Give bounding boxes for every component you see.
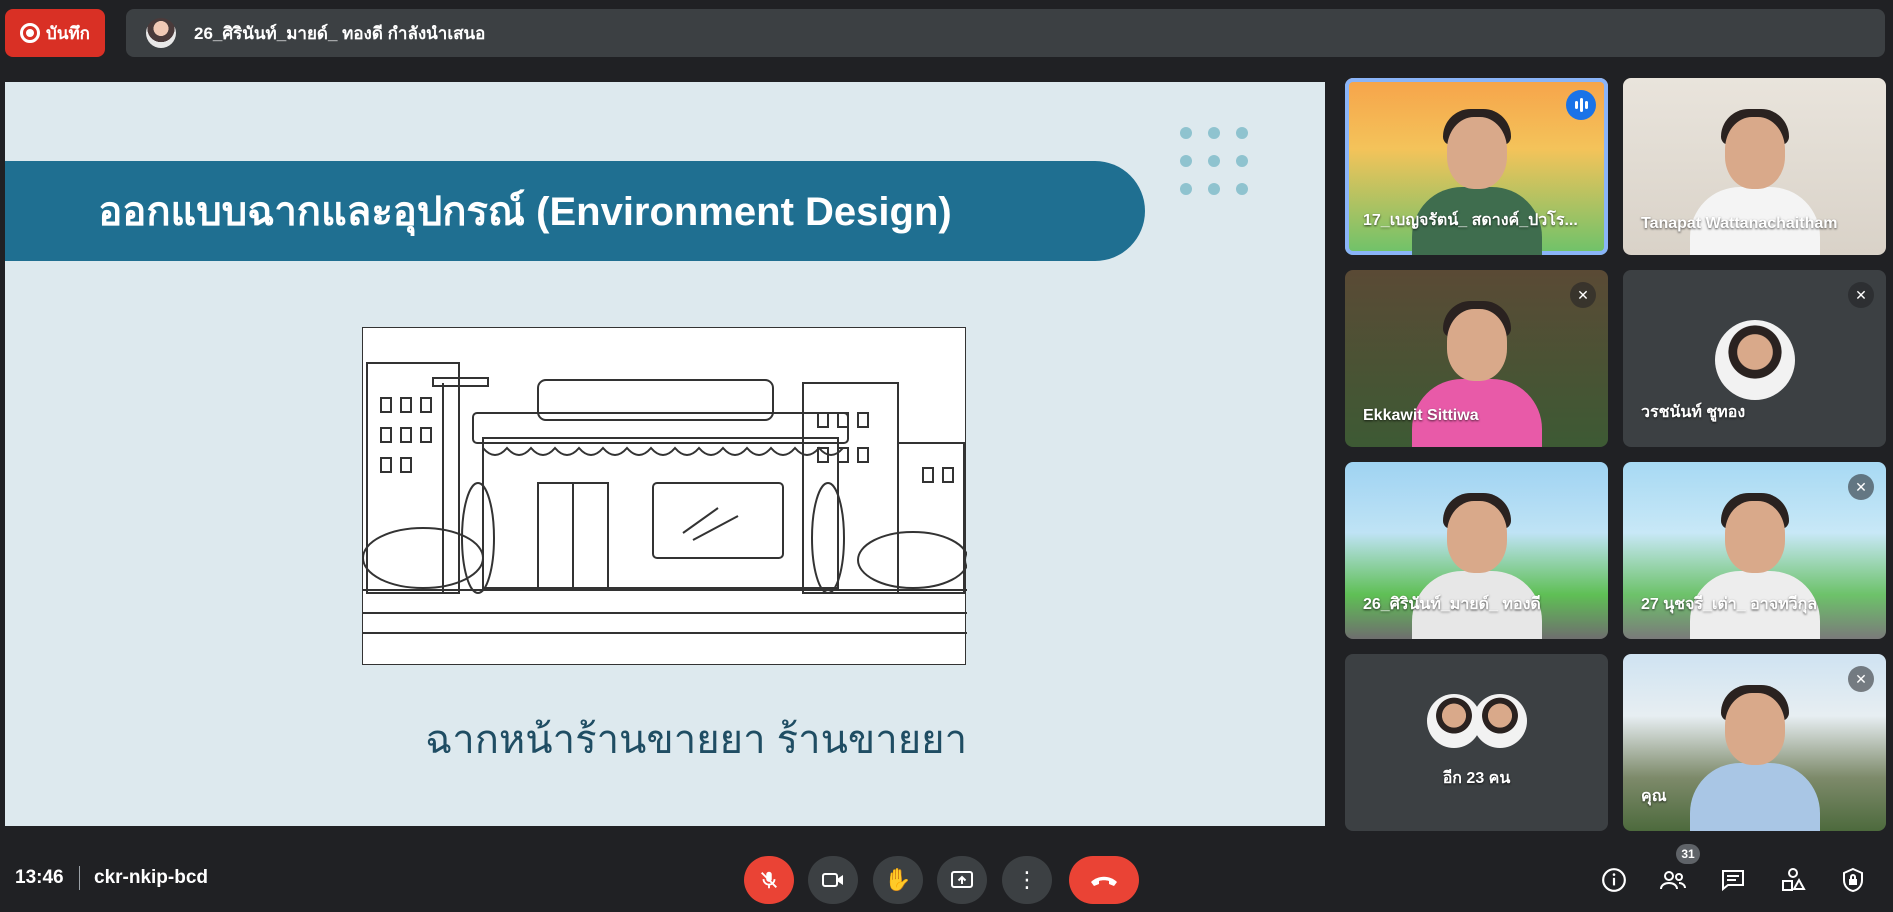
decorative-dots: [1180, 127, 1248, 195]
self-tile[interactable]: ✕ คุณ: [1623, 654, 1886, 831]
activities-button[interactable]: [1777, 864, 1809, 896]
meeting-info-button[interactable]: [1598, 864, 1630, 896]
meeting-clock: 13:46: [15, 867, 64, 888]
mic-off-icon: ✕: [1848, 666, 1874, 692]
participant-count-badge: 31: [1676, 844, 1700, 864]
raise-hand-button[interactable]: ✋: [873, 856, 923, 904]
pharmacy-illustration: [362, 327, 967, 665]
hand-icon: ✋: [884, 867, 912, 892]
people-icon: [1660, 871, 1686, 890]
people-button[interactable]: [1657, 864, 1689, 896]
info-icon: [1602, 868, 1626, 892]
record-label: บันทึก: [46, 23, 90, 43]
more-options-button[interactable]: ⋮: [1002, 856, 1052, 904]
mic-off-icon: ✕: [1848, 282, 1874, 308]
participant-tile[interactable]: ✕ วรชนันท์ ชูทอง: [1623, 270, 1886, 447]
present-screen-icon: [951, 871, 973, 888]
mic-off-icon: [761, 871, 777, 889]
participant-name: 27 นุชจรี_เต่า_ อาจทวีกุล: [1641, 596, 1818, 613]
presenter-text: 26_ศิรินันท์_มายด์_ ทองดี กำลังนำเสนอ: [194, 23, 486, 43]
participant-name: 17_เบญจรัตน์_ สดางค์_ปวโร...: [1363, 212, 1578, 229]
participant-name: Tanapat Wattanachaitham: [1641, 215, 1838, 232]
participant-name: Ekkawit Sittiwa: [1363, 407, 1479, 424]
others-count: อีก 23 คน: [1442, 770, 1511, 787]
presenter-avatar: [146, 18, 176, 48]
mic-off-icon: ✕: [1848, 474, 1874, 500]
others-tile[interactable]: อีก 23 คน: [1345, 654, 1608, 831]
self-video: [1689, 681, 1820, 831]
record-button[interactable]: บันทึก: [5, 9, 105, 57]
slide-title-banner: ออกแบบฉากและอุปกรณ์ (Environment Design): [5, 161, 1145, 261]
participant-avatar: [1473, 694, 1527, 748]
slide-title: ออกแบบฉากและอุปกรณ์ (Environment Design): [98, 190, 952, 234]
participant-name: 26_ศิรินันท์_มายด์_ ทองดี: [1363, 596, 1541, 613]
host-controls-button[interactable]: [1837, 864, 1869, 896]
presentation-slide: ออกแบบฉากและอุปกรณ์ (Environment Design): [5, 82, 1325, 826]
participant-tile[interactable]: 17_เบญจรัตน์_ สดางค์_ปวโร...: [1345, 78, 1608, 255]
participant-tile[interactable]: 26_ศิรินันท์_มายด์_ ทองดี: [1345, 462, 1608, 639]
activities-shapes-icon: [1782, 868, 1806, 891]
present-button[interactable]: [937, 856, 987, 904]
chat-icon: [1722, 870, 1744, 892]
presenter-bar[interactable]: 26_ศิรินันท์_มายด์_ ทองดี กำลังนำเสนอ: [126, 9, 1885, 57]
meeting-code: ckr-nkip-bcd: [94, 867, 209, 888]
participant-avatar: [1715, 320, 1795, 400]
mic-off-icon: ✕: [1570, 282, 1596, 308]
participant-name: คุณ: [1641, 788, 1667, 805]
slide-caption: ฉากหน้าร้านขายยา ร้านขายยา: [425, 718, 968, 762]
divider: [79, 866, 80, 890]
leave-call-button[interactable]: [1069, 856, 1139, 904]
participant-tile[interactable]: ✕ 27 นุชจรี_เต่า_ อาจทวีกุล: [1623, 462, 1886, 639]
camera-icon: [822, 873, 843, 887]
participant-tile[interactable]: Tanapat Wattanachaitham: [1623, 78, 1886, 255]
mic-toggle-button[interactable]: [744, 856, 794, 904]
chat-button[interactable]: [1717, 864, 1749, 896]
record-icon: [20, 23, 41, 43]
camera-toggle-button[interactable]: [808, 856, 858, 904]
more-vert-icon: ⋮: [1016, 867, 1038, 892]
shield-lock-icon: [1843, 867, 1863, 893]
speaking-indicator-icon: [1566, 90, 1596, 120]
participant-tile[interactable]: ✕ Ekkawit Sittiwa: [1345, 270, 1608, 447]
participant-name: วรชนันท์ ชูทอง: [1641, 404, 1746, 421]
hang-up-icon: [1091, 876, 1117, 886]
